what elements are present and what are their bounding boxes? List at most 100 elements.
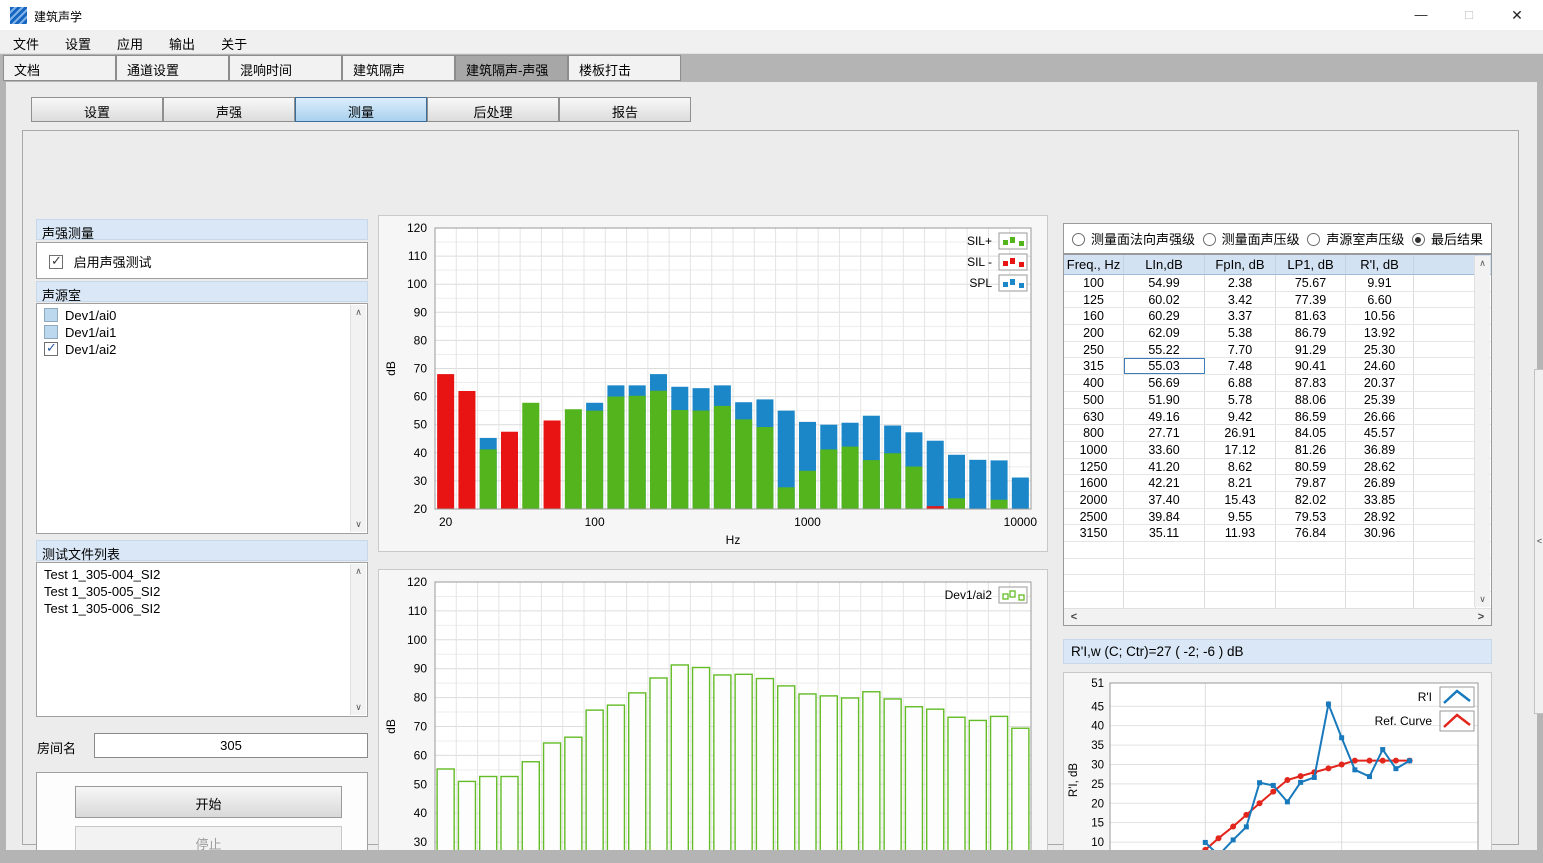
table-cell[interactable]: [1276, 542, 1346, 558]
radio-option-0[interactable]: 测量面法向声强级: [1072, 229, 1195, 248]
scroll-up-icon[interactable]: ∧: [1475, 256, 1490, 271]
table-cell[interactable]: [1064, 575, 1124, 591]
table-cell[interactable]: 8.62: [1205, 459, 1276, 475]
table-cell[interactable]: 36.89: [1346, 442, 1414, 458]
table-cell[interactable]: 100: [1064, 275, 1124, 291]
table-cell[interactable]: [1414, 442, 1476, 458]
table-cell[interactable]: 35.11: [1124, 525, 1205, 541]
channel-list-item[interactable]: Dev1/ai2: [37, 341, 367, 358]
table-cell[interactable]: 26.66: [1346, 409, 1414, 425]
table-cell[interactable]: [1414, 275, 1476, 291]
subtab-0[interactable]: 设置: [31, 97, 163, 122]
scroll-down-icon[interactable]: ∨: [351, 517, 366, 532]
table-cell[interactable]: 51.90: [1124, 392, 1205, 408]
table-cell[interactable]: 7.70: [1205, 342, 1276, 358]
panel-collapse-handle[interactable]: <: [1534, 369, 1543, 714]
table-cell[interactable]: 25.30: [1346, 342, 1414, 358]
table-cell[interactable]: 10.56: [1346, 308, 1414, 324]
table-cell[interactable]: [1064, 592, 1124, 608]
table-cell[interactable]: [1414, 358, 1476, 374]
table-cell[interactable]: 20.37: [1346, 375, 1414, 391]
channel-checkbox[interactable]: [44, 342, 58, 356]
subtab-2[interactable]: 测量: [295, 97, 427, 122]
table-cell[interactable]: 39.84: [1124, 509, 1205, 525]
table-cell[interactable]: 87.83: [1276, 375, 1346, 391]
table-cell[interactable]: [1276, 575, 1346, 591]
table-cell[interactable]: 9.55: [1205, 509, 1276, 525]
table-cell[interactable]: 5.38: [1205, 325, 1276, 341]
table-cell[interactable]: 60.02: [1124, 292, 1205, 308]
table-cell[interactable]: 90.41: [1276, 358, 1346, 374]
table-cell[interactable]: 27.71: [1124, 425, 1205, 441]
table-cell[interactable]: [1205, 575, 1276, 591]
table-cell[interactable]: 1250: [1064, 459, 1124, 475]
table-cell[interactable]: [1414, 392, 1476, 408]
menu-item-2[interactable]: 应用: [104, 30, 156, 54]
channel-checkbox[interactable]: [44, 325, 58, 339]
file-list-item[interactable]: Test 1_305-004_SI2: [37, 563, 367, 583]
table-cell[interactable]: [1414, 592, 1476, 608]
table-cell[interactable]: 11.93: [1205, 525, 1276, 541]
file-list-item[interactable]: Test 1_305-005_SI2: [37, 583, 367, 600]
table-cell[interactable]: 24.60: [1346, 358, 1414, 374]
menu-item-0[interactable]: 文件: [0, 30, 52, 54]
table-cell[interactable]: 41.20: [1124, 459, 1205, 475]
enable-intensity-checkbox[interactable]: [49, 255, 63, 269]
table-cell[interactable]: 8.21: [1205, 475, 1276, 491]
table-cell[interactable]: 3.37: [1205, 308, 1276, 324]
table-cell[interactable]: 630: [1064, 409, 1124, 425]
table-cell[interactable]: 315: [1064, 358, 1124, 374]
table-cell[interactable]: 3150: [1064, 525, 1124, 541]
table-cell[interactable]: [1205, 559, 1276, 575]
scroll-down-icon[interactable]: ∨: [1475, 592, 1490, 607]
table-cell[interactable]: [1346, 592, 1414, 608]
table-cell[interactable]: [1346, 575, 1414, 591]
tab-2[interactable]: 混响时间: [229, 55, 342, 81]
table-cell[interactable]: 6.88: [1205, 375, 1276, 391]
table-cell[interactable]: 91.29: [1276, 342, 1346, 358]
minimize-button[interactable]: —: [1398, 0, 1444, 30]
table-cell[interactable]: 82.02: [1276, 492, 1346, 508]
table-cell[interactable]: 86.79: [1276, 325, 1346, 341]
subtab-4[interactable]: 报告: [559, 97, 691, 122]
table-cell[interactable]: 400: [1064, 375, 1124, 391]
subtab-3[interactable]: 后处理: [427, 97, 559, 122]
table-cell[interactable]: 55.03: [1124, 358, 1205, 374]
tab-1[interactable]: 通道设置: [116, 55, 229, 81]
table-cell[interactable]: 28.62: [1346, 459, 1414, 475]
table-cell[interactable]: 7.48: [1205, 358, 1276, 374]
table-cell[interactable]: 84.05: [1276, 425, 1346, 441]
table-cell[interactable]: [1414, 575, 1476, 591]
table-cell[interactable]: 26.91: [1205, 425, 1276, 441]
tab-0[interactable]: 文档: [3, 55, 116, 81]
table-cell[interactable]: 45.57: [1346, 425, 1414, 441]
table-cell[interactable]: 33.60: [1124, 442, 1205, 458]
table-cell[interactable]: [1346, 559, 1414, 575]
table-cell[interactable]: [1414, 542, 1476, 558]
room-name-input[interactable]: [94, 733, 368, 758]
table-cell[interactable]: 800: [1064, 425, 1124, 441]
table-cell[interactable]: [1346, 542, 1414, 558]
file-list-item[interactable]: Test 1_305-006_SI2: [37, 600, 367, 617]
table-cell[interactable]: 42.21: [1124, 475, 1205, 491]
table-cell[interactable]: [1414, 375, 1476, 391]
radio-option-2[interactable]: 声源室声压级: [1307, 229, 1404, 248]
table-cell[interactable]: 5.78: [1205, 392, 1276, 408]
table-cell[interactable]: [1064, 559, 1124, 575]
table-cell[interactable]: 2.38: [1205, 275, 1276, 291]
table-cell[interactable]: 1600: [1064, 475, 1124, 491]
table-cell[interactable]: 17.12: [1205, 442, 1276, 458]
file-list-scrollbar[interactable]: ∧ ∨: [350, 564, 366, 715]
channel-list-item[interactable]: Dev1/ai1: [37, 324, 367, 341]
table-cell[interactable]: 80.59: [1276, 459, 1346, 475]
tab-5[interactable]: 楼板打击: [568, 55, 681, 81]
table-cell[interactable]: [1414, 459, 1476, 475]
table-cell[interactable]: [1124, 542, 1205, 558]
table-cell[interactable]: 60.29: [1124, 308, 1205, 324]
table-cell[interactable]: 1000: [1064, 442, 1124, 458]
table-cell[interactable]: [1414, 475, 1476, 491]
table-cell[interactable]: 13.92: [1346, 325, 1414, 341]
menu-item-3[interactable]: 输出: [156, 30, 208, 54]
table-cell[interactable]: [1124, 592, 1205, 608]
table-cell[interactable]: 86.59: [1276, 409, 1346, 425]
